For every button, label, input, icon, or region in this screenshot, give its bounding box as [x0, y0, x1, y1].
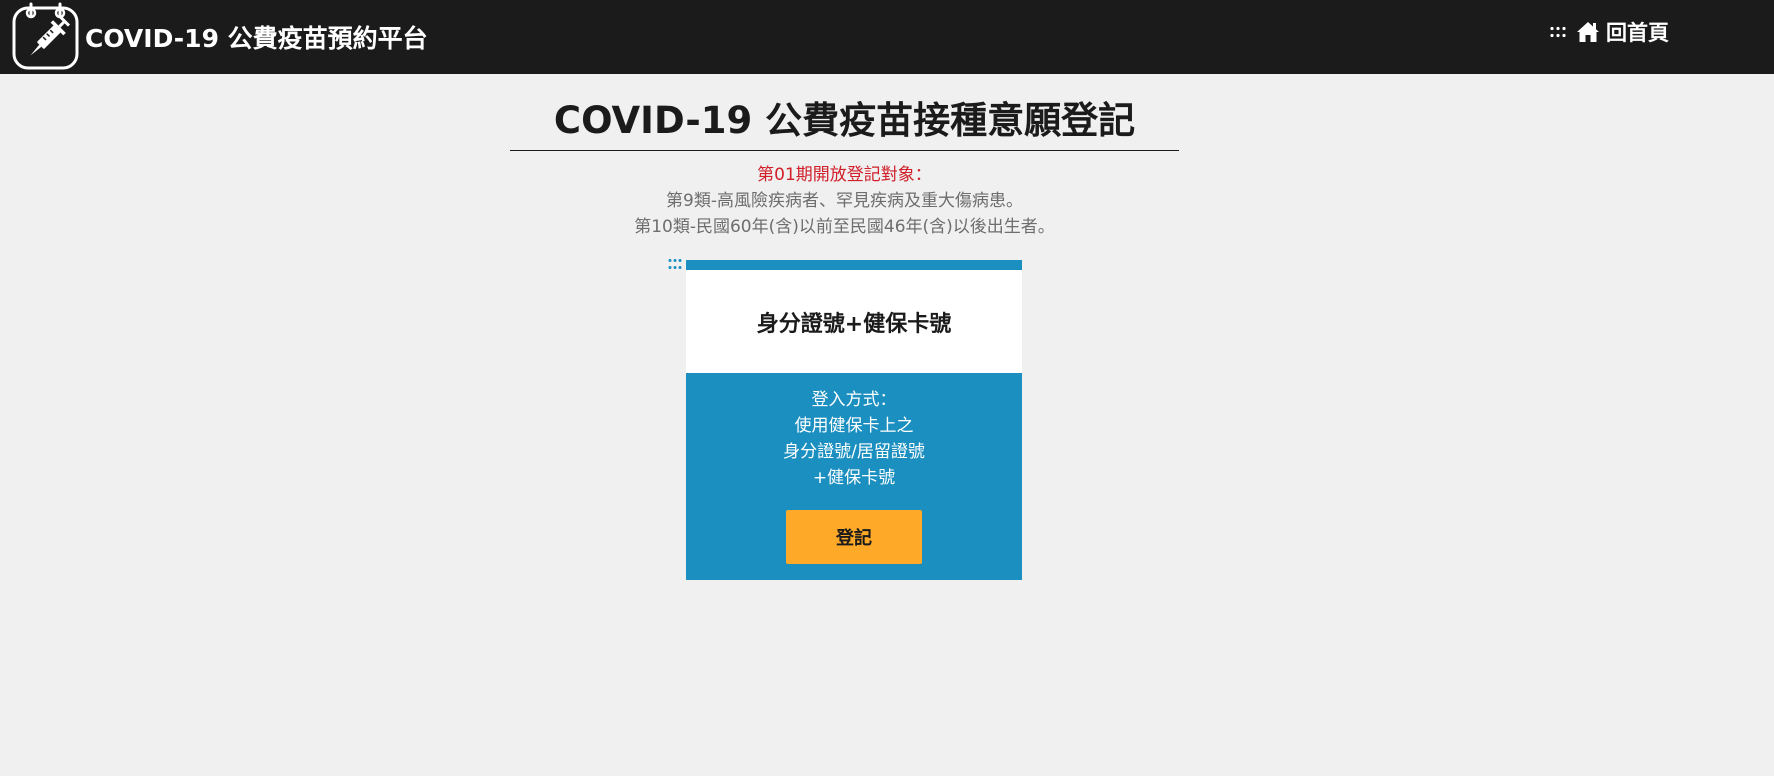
card-body-line: +健保卡號 — [812, 468, 896, 488]
notice-heading: 第01期開放登記對象： — [757, 165, 932, 185]
card-body: 登入方式： 使用健保卡上之 身分證號/居留證號 +健保卡號 — [686, 387, 1022, 491]
card-header: 身分證號+健保卡號 — [686, 270, 1022, 373]
accesskey-dots-icon[interactable] — [668, 258, 682, 270]
card-body-line: 登入方式： — [811, 390, 897, 410]
home-link[interactable]: 回首頁 — [1576, 17, 1669, 47]
card-body-line: 使用健保卡上之 — [794, 416, 914, 436]
site-title: COVID-19 公費疫苗預約平台 — [85, 24, 428, 53]
card-title: 身分證號+健保卡號 — [756, 311, 952, 337]
accesskey-dots-icon[interactable] — [1550, 26, 1566, 38]
login-method-card: 身分證號+健保卡號 登入方式： 使用健保卡上之 身分證號/居留證號 +健保卡號 … — [686, 260, 1022, 580]
register-button[interactable]: 登記 — [786, 510, 922, 564]
page-title: COVID-19 公費疫苗接種意願登記 — [510, 90, 1179, 151]
vaccine-syringe-calendar-icon — [12, 2, 79, 70]
notice-line: 第10類-民國60年(含)以前至民國46年(含)以後出生者。 — [634, 217, 1055, 237]
header-nav: 回首頁 — [1550, 18, 1669, 46]
card-body-line: 身分證號/居留證號 — [783, 442, 925, 462]
brand-home-link[interactable]: COVID-19 公費疫苗預約平台 — [11, 0, 428, 74]
home-icon — [1577, 22, 1599, 42]
home-link-label: 回首頁 — [1606, 21, 1669, 45]
notice-line: 第9類-高風險疾病者、罕見疾病及重大傷病患。 — [666, 191, 1023, 211]
registration-notice: 第01期開放登記對象： 第9類-高風險疾病者、罕見疾病及重大傷病患。 第10類-… — [510, 162, 1179, 240]
top-navbar: COVID-19 公費疫苗預約平台 回首頁 — [0, 0, 1774, 74]
